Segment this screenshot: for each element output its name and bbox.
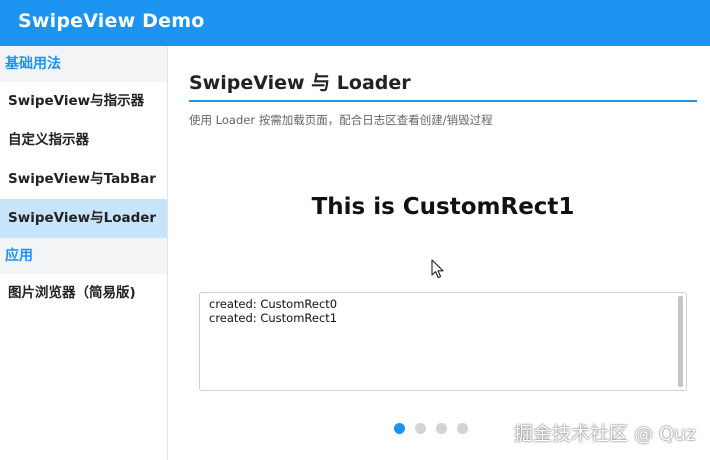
page-description: 使用 Loader 按需加载页面，配合日志区查看创建/销毁过程 bbox=[189, 113, 493, 127]
log-area[interactable]: created: CustomRect0 created: CustomRect… bbox=[199, 292, 687, 391]
sidebar-item-image-browser[interactable]: 图片浏览器（简易版) bbox=[0, 274, 167, 313]
page-indicator-dot[interactable] bbox=[415, 423, 426, 434]
watermark: 掘金技术社区 @ Quz bbox=[513, 423, 696, 445]
sidebar-item-custom-indicator[interactable]: 自定义指示器 bbox=[0, 121, 167, 160]
log-scrollbar[interactable] bbox=[678, 296, 683, 387]
swipeview-slide-text[interactable]: This is CustomRect1 bbox=[189, 194, 697, 220]
title-bar: SwipeView Demo bbox=[0, 0, 710, 46]
sidebar: 基础用法 SwipeView与指示器 自定义指示器 SwipeView与TabB… bbox=[0, 46, 168, 460]
page-indicator-dot[interactable] bbox=[457, 423, 468, 434]
page-title: SwipeView 与 Loader bbox=[189, 72, 411, 94]
log-line: created: CustomRect1 bbox=[209, 311, 338, 325]
page-indicator-dot[interactable] bbox=[436, 423, 447, 434]
sidebar-item-swipeview-indicator[interactable]: SwipeView与指示器 bbox=[0, 82, 167, 121]
sidebar-item-swipeview-tabbar[interactable]: SwipeView与TabBar bbox=[0, 160, 167, 199]
mouse-pointer-icon bbox=[431, 259, 444, 279]
sidebar-group-basic-header: 基础用法 bbox=[0, 46, 167, 82]
main-content: SwipeView 与 Loader 使用 Loader 按需加载页面，配合日志… bbox=[169, 46, 710, 460]
page-indicator-dot[interactable] bbox=[394, 423, 405, 434]
app-title: SwipeView Demo bbox=[18, 10, 205, 32]
title-divider bbox=[189, 100, 697, 102]
sidebar-item-swipeview-loader[interactable]: SwipeView与Loader bbox=[0, 199, 167, 238]
log-line: created: CustomRect0 bbox=[209, 297, 338, 311]
sidebar-group-apps-header: 应用 bbox=[0, 238, 167, 274]
